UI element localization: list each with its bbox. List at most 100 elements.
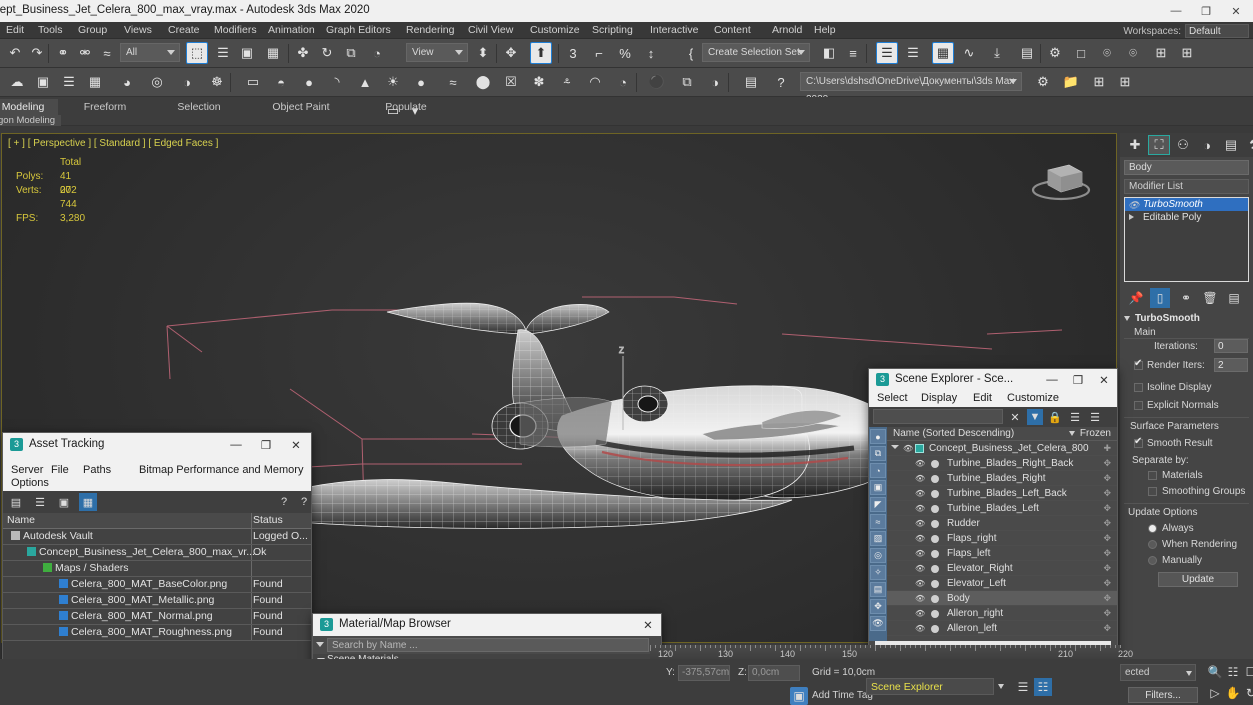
hf-icon[interactable]: ◠ [584,71,606,93]
select-hidden-icon[interactable]: 👁 [870,616,886,631]
reference-coordinate-dropdown[interactable]: View [406,43,468,62]
ribbon-tab-object-paint[interactable]: Object Paint [246,99,356,115]
object-color-swatch[interactable] [931,490,939,498]
use-selection-center-icon[interactable]: ✥ [500,42,522,64]
scene-explorer-row[interactable]: 👁 Alleron_right ✥ [887,606,1117,621]
pin-stack-icon[interactable]: 📌 [1126,288,1146,308]
asset-menu-bitmap[interactable]: Bitmap Performance and Memory [139,464,303,476]
object-name-field[interactable]: Body [1124,160,1249,175]
clipboard-icon[interactable]: ▤ [740,71,762,93]
asset-menu-server[interactable]: Server [11,464,43,476]
chevron-down-icon[interactable] [316,642,324,647]
helper-icon[interactable]: ☸ [206,71,228,93]
material-editor-icon[interactable]: ▤ [1016,42,1038,64]
snaps-toggle-icon[interactable]: 3 [562,42,584,64]
ocean-icon[interactable]: ◔ [612,71,634,93]
rect-select-region-icon[interactable]: ▣ [236,42,258,64]
display-tab[interactable]: ▤ [1220,135,1242,155]
timeline-ruler[interactable]: 120 130 140 150 210 220 [650,645,1133,659]
scene-menu-edit[interactable]: Edit [973,392,992,404]
object-color-swatch[interactable] [931,595,939,603]
materials-checkbox[interactable] [1148,471,1157,480]
light-icon[interactable]: ◕ [116,71,138,93]
menu-item-customize[interactable]: Customize [530,24,580,36]
modifier-list-dropdown[interactable]: Modifier List [1124,179,1249,194]
render-in-cloud-icon[interactable]: ⊞ [1150,42,1172,64]
rollout-header-turbosmooth[interactable]: TurboSmooth [1124,313,1249,324]
asset-tracking-minimize[interactable]: — [221,433,251,457]
set-project-icon[interactable]: ⚙ [1032,71,1054,93]
frozen-toggle-icon[interactable]: ✥ [1103,608,1111,619]
named-selection-icon[interactable]: { [680,42,702,64]
create-selection-set-dropdown[interactable]: Create Selection Set [702,43,810,62]
modifier-stack-item[interactable]: Editable Poly [1125,211,1248,224]
remove-modifier-icon[interactable]: 🗑 [1200,288,1220,308]
sun-icon[interactable]: ☀ [382,71,404,93]
scene-explorer-search-input[interactable] [873,409,1003,424]
select-spacewarps-icon[interactable]: ≈ [870,514,886,529]
scene-explorer-row[interactable]: 👁 Body ✥ [887,591,1117,606]
iterations-spinner[interactable]: 0 [1214,339,1248,353]
clear-search-icon[interactable]: ✕ [1007,409,1023,425]
update-button[interactable]: Update [1158,572,1238,587]
visibility-eye-icon[interactable]: 👁 [915,609,925,618]
status-tag-caret-icon[interactable] [998,684,1004,689]
frozen-toggle-icon[interactable]: ✥ [1103,473,1111,484]
scene-explorer-toggle-icon[interactable]: ☷ [1034,678,1052,696]
material-search-input[interactable]: Search by Name ... [327,638,649,652]
select-bones-icon[interactable]: ▨ [870,531,886,546]
visibility-eye-icon[interactable]: 👁 [915,519,925,528]
asset-table-row[interactable]: Autodesk Vault Logged O... [3,529,311,545]
menu-item-graph-editors[interactable]: Graph Editors [326,24,391,36]
scene-explorer-row[interactable]: 👁 Turbine_Blades_Left_Back ✥ [887,486,1117,501]
select-shapes-icon[interactable]: ◎ [870,548,886,563]
asset-menu-file[interactable]: File [51,464,69,476]
visibility-eye-icon[interactable]: 👁 [915,624,925,633]
object-color-swatch[interactable] [931,610,939,618]
maximize-button[interactable]: ❐ [1191,0,1221,22]
selection-scope-dropdown[interactable]: ected [1120,664,1196,681]
visibility-eye-icon[interactable]: 👁 [915,504,925,513]
fan-icon[interactable]: ◝ [326,71,348,93]
object-color-swatch[interactable] [931,625,939,633]
unlink-icon[interactable]: ⚮ [74,42,96,64]
angle-snap-icon[interactable]: ⌐ [588,42,610,64]
asset-menu-paths[interactable]: Paths [83,464,111,476]
asset-table-row[interactable]: Celera_800_MAT_Roughness.png Found [3,625,311,641]
redo-icon[interactable]: ↷ [26,42,48,64]
water-icon[interactable]: ✽ [528,71,550,93]
menu-item-views[interactable]: Views [124,24,152,36]
frozen-toggle-icon[interactable]: ✥ [1103,503,1111,514]
object-color-swatch[interactable] [931,580,939,588]
frozen-toggle-icon[interactable]: ✥ [1103,563,1111,574]
layers-icon[interactable]: ☰ [1014,678,1032,696]
camera-target-icon[interactable]: ◎ [146,71,168,93]
menu-item-modifiers[interactable]: Modifiers [214,24,257,36]
toggle-ribbon-icon[interactable]: ▦ [932,42,954,64]
orbit-icon[interactable]: ↻ [1242,684,1253,702]
use-pivot-point-icon[interactable]: ⬍ [472,42,494,64]
scene-explorer-column-header[interactable]: Name (Sorted Descending) Frozen [887,427,1117,441]
collapse-all-icon[interactable]: ☰ [1087,409,1103,425]
ribbon-tab-modeling[interactable]: Modeling [0,99,58,115]
window-crossing-icon[interactable]: ▦ [262,42,284,64]
schematic-view-icon[interactable]: ⤓ [986,42,1008,64]
scene-explorer-close[interactable]: ✕ [1091,369,1117,391]
z-coordinate-field[interactable]: 0,0cm [748,665,800,681]
table-view-icon[interactable]: ▦ [79,493,97,511]
zoom-extents-icon[interactable]: ☐ [1242,663,1253,681]
viewcube-icon[interactable] [1028,152,1094,208]
sphere3-icon[interactable]: ● [410,71,432,93]
copy-icon[interactable]: ⧉ [676,71,698,93]
configure-sets-icon[interactable]: ▤ [1224,288,1244,308]
scene-explorer-row[interactable]: 👁 Flaps_left ✥ [887,546,1117,561]
menu-item-content[interactable]: Content [714,24,751,36]
select-move-icon[interactable]: ✤ [292,42,314,64]
pan-hand-icon[interactable]: ✋ [1224,684,1242,702]
mirror-icon[interactable]: ◧ [818,42,840,64]
bind-space-warp-icon[interactable]: ≈ [96,42,118,64]
scene-explorer-minimize[interactable]: — [1039,369,1065,391]
material-browser-title-bar[interactable]: 3 Material/Map Browser ✕ [313,614,661,636]
ribbon-tab-populate[interactable]: Populate [356,99,456,115]
scene-explorer-root-row[interactable]: 👁 Concept_Business_Jet_Celera_800 ✚ [887,441,1117,456]
